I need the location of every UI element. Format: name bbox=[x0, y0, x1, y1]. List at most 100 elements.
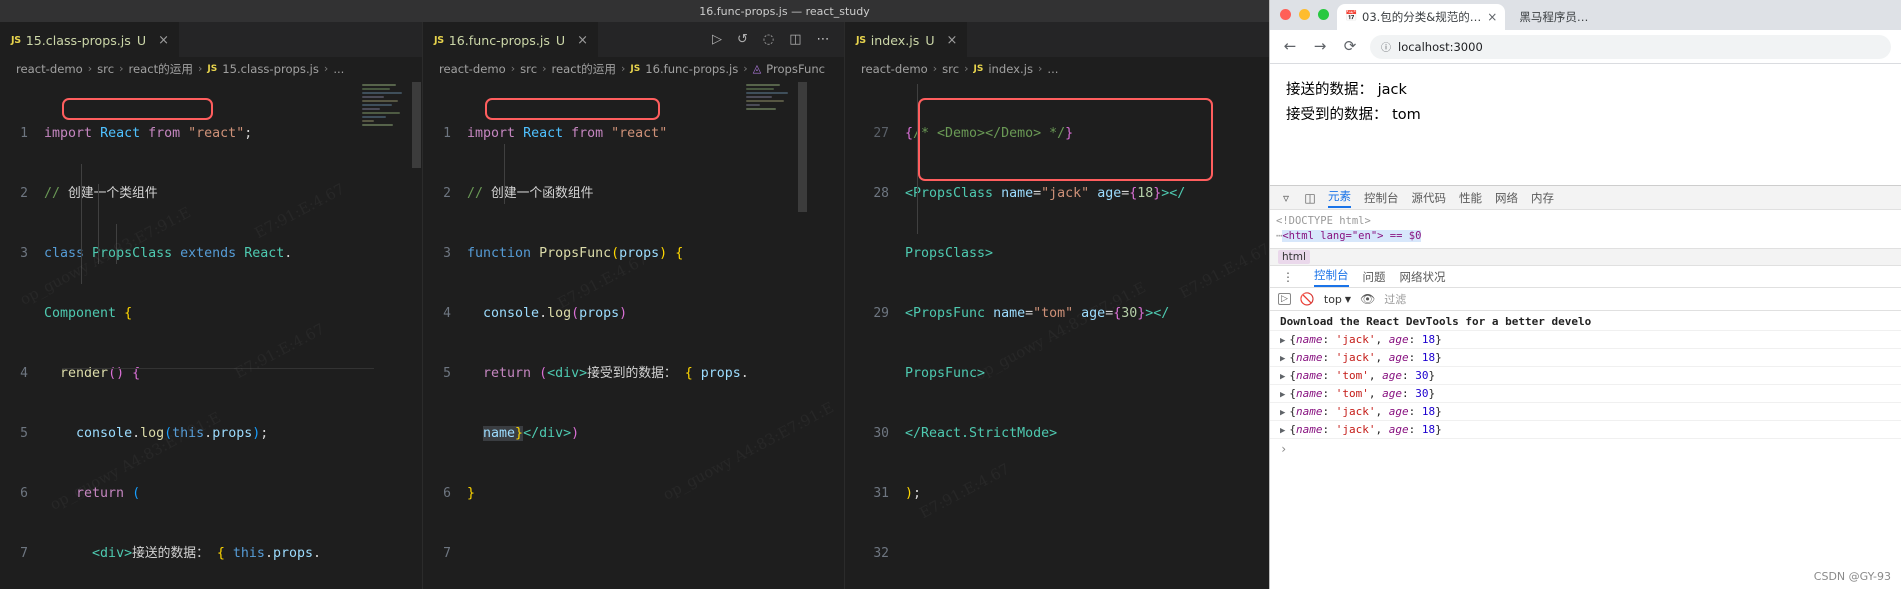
breadcrumb-pane-2[interactable]: react-demo › src › react的运用 › JS 16.func… bbox=[423, 57, 844, 80]
console-message[interactable]: ▶ {name: 'jack', age: 18} bbox=[1270, 421, 1901, 439]
breadcrumb-item-3[interactable]: 15.class-props.js bbox=[222, 62, 319, 76]
console-message[interactable]: ▶ {name: 'jack', age: 18} bbox=[1270, 403, 1901, 421]
scrollbar-pane-1[interactable] bbox=[412, 82, 421, 168]
js-file-icon: JS bbox=[856, 34, 866, 46]
breadcrumb-item-3[interactable]: ... bbox=[1047, 62, 1058, 76]
chevron-right-icon: › bbox=[119, 62, 124, 75]
chevron-right-icon: › bbox=[620, 62, 626, 75]
source-control-icon[interactable]: ◌ bbox=[763, 33, 774, 46]
elements-tree[interactable]: <!DOCTYPE html> ⋯<html lang="en"> == $0 bbox=[1270, 210, 1901, 248]
console-message[interactable]: ▶ {name: 'tom', age: 30} bbox=[1270, 367, 1901, 385]
tab-elements[interactable]: 元素 bbox=[1328, 188, 1351, 208]
device-toolbar-icon[interactable]: ◫ bbox=[1298, 191, 1322, 205]
breadcrumb-item-2[interactable]: react的运用 bbox=[128, 61, 192, 77]
breadcrumb-item-2[interactable]: index.js bbox=[988, 62, 1033, 76]
breadcrumb-html[interactable]: html bbox=[1278, 250, 1310, 264]
code-pane-1[interactable]: 1 import React from "react"; 2// 创建一个类组件 … bbox=[0, 80, 422, 589]
tab-unsaved-badge: U bbox=[555, 32, 566, 48]
code-line: 7 bbox=[443, 546, 451, 561]
expand-triangle-icon[interactable]: ▶ bbox=[1280, 372, 1285, 382]
drawer-tab-network[interactable]: 网络状况 bbox=[1400, 269, 1446, 285]
clear-console-icon[interactable]: 🚫 bbox=[1300, 292, 1315, 306]
breadcrumb-item-4[interactable]: ... bbox=[333, 62, 344, 76]
browser-window: 📅 03.包的分类&规范的… × 黑马程序员… ← → ⟳ ⓘ localhos… bbox=[1269, 0, 1901, 589]
browser-tab-1[interactable]: 黑马程序员… bbox=[1509, 4, 1599, 30]
split-editor-icon[interactable]: ◫ bbox=[789, 33, 801, 46]
tab-network[interactable]: 网络 bbox=[1495, 190, 1518, 206]
minimize-window-button[interactable] bbox=[1299, 9, 1310, 20]
expand-triangle-icon[interactable]: ▶ bbox=[1280, 336, 1285, 346]
breadcrumb-item-0[interactable]: react-demo bbox=[16, 62, 83, 76]
breadcrumb-pane-1[interactable]: react-demo › src › react的运用 › JS 15.clas… bbox=[0, 57, 422, 80]
js-file-icon: JS bbox=[973, 63, 984, 74]
browser-toolbar: ← → ⟳ ⓘ localhost:3000 bbox=[1270, 30, 1901, 64]
chevron-right-icon: › bbox=[743, 62, 748, 75]
tab-memory[interactable]: 内存 bbox=[1531, 190, 1554, 206]
breadcrumb-item-3[interactable]: 16.func-props.js bbox=[645, 62, 738, 76]
tab-16-func-props[interactable]: JS 16.func-props.js U × bbox=[423, 22, 599, 57]
drawer-tab-console[interactable]: 控制台 bbox=[1314, 267, 1349, 287]
code-line: 4 console.log(props) bbox=[443, 306, 628, 321]
expand-triangle-icon[interactable]: ▶ bbox=[1280, 354, 1285, 364]
context-selector[interactable]: top ▼ bbox=[1324, 293, 1351, 306]
close-icon[interactable]: × bbox=[158, 34, 169, 47]
console-message[interactable]: ▶ {name: 'jack', age: 18} bbox=[1270, 349, 1901, 367]
more-actions-icon[interactable]: ⋯ bbox=[817, 32, 832, 47]
eye-icon[interactable]: 👁 bbox=[1360, 292, 1375, 306]
traffic-lights[interactable] bbox=[1280, 9, 1329, 20]
console-prompt[interactable]: › bbox=[1270, 439, 1901, 459]
reload-icon[interactable]: ⟳ bbox=[1340, 39, 1360, 54]
minimap-pane-2[interactable] bbox=[746, 84, 792, 194]
history-icon[interactable]: ↺ bbox=[737, 33, 748, 46]
tab-label: index.js bbox=[870, 32, 920, 48]
editor-pane-1: JS 15.class-props.js U × react-demo › sr… bbox=[0, 22, 422, 589]
back-icon[interactable]: ← bbox=[1280, 39, 1300, 54]
drawer-menu-icon[interactable]: ⋮ bbox=[1276, 270, 1300, 284]
breadcrumb-item-1[interactable]: src bbox=[942, 62, 959, 76]
address-bar[interactable]: ⓘ localhost:3000 bbox=[1370, 34, 1891, 59]
devtools-panel: ▿ ◫ 元素 控制台 源代码 性能 网络 内存 <!DOCTYPE html> … bbox=[1270, 185, 1901, 589]
minimap-pane-1[interactable] bbox=[362, 84, 408, 194]
doctype-node: <!DOCTYPE html> bbox=[1276, 215, 1371, 227]
breadcrumb-item-1[interactable]: src bbox=[520, 62, 537, 76]
forward-icon[interactable]: → bbox=[1310, 39, 1330, 54]
run-icon[interactable]: ▷ bbox=[712, 33, 722, 46]
filter-input[interactable]: 过滤 bbox=[1384, 291, 1406, 307]
drawer-tab-issues[interactable]: 问题 bbox=[1363, 269, 1386, 285]
tab-unsaved-badge: U bbox=[136, 32, 147, 48]
expand-triangle-icon[interactable]: ▶ bbox=[1280, 408, 1285, 418]
maximize-window-button[interactable] bbox=[1318, 9, 1329, 20]
breadcrumb-item-0[interactable]: react-demo bbox=[861, 62, 928, 76]
tab-console[interactable]: 控制台 bbox=[1364, 190, 1399, 206]
breadcrumb-item-0[interactable]: react-demo bbox=[439, 62, 506, 76]
tab-15-class-props[interactable]: JS 15.class-props.js U × bbox=[0, 22, 179, 57]
console-message: Download the React DevTools for a better… bbox=[1270, 313, 1901, 331]
browser-tab-0[interactable]: 📅 03.包的分类&规范的… × bbox=[1337, 4, 1506, 30]
tab-sources[interactable]: 源代码 bbox=[1412, 190, 1447, 206]
tab-label: 16.func-props.js bbox=[448, 32, 550, 48]
breadcrumb-item-4[interactable]: PropsFunc bbox=[766, 62, 825, 76]
close-icon[interactable]: × bbox=[577, 34, 588, 47]
chevron-right-icon: › bbox=[87, 62, 93, 75]
close-icon[interactable]: × bbox=[947, 34, 958, 47]
console-message[interactable]: ▶ {name: 'tom', age: 30} bbox=[1270, 385, 1901, 403]
console-filter-bar: ▷ 🚫 top ▼ 👁 过滤 bbox=[1270, 288, 1901, 311]
expand-triangle-icon[interactable]: ▶ bbox=[1280, 390, 1285, 400]
breadcrumb-item-2[interactable]: react的运用 bbox=[551, 61, 615, 77]
html-node[interactable]: ⋯<html lang="en"> == $0 bbox=[1276, 229, 1895, 244]
close-icon[interactable]: × bbox=[1487, 10, 1497, 24]
tab-performance[interactable]: 性能 bbox=[1459, 190, 1482, 206]
console-message[interactable]: ▶ {name: 'jack', age: 18} bbox=[1270, 331, 1901, 349]
expand-triangle-icon[interactable]: ▶ bbox=[1280, 426, 1285, 436]
tab-index-js[interactable]: JS index.js U × bbox=[845, 22, 968, 57]
calendar-icon: 📅 bbox=[1345, 10, 1358, 22]
info-icon[interactable]: ⓘ bbox=[1381, 39, 1391, 54]
inspect-icon[interactable]: ▿ bbox=[1274, 191, 1298, 205]
sidebar-icon[interactable]: ▷ bbox=[1278, 293, 1291, 305]
console-output[interactable]: Download the React DevTools for a better… bbox=[1270, 311, 1901, 459]
scrollbar-pane-2[interactable] bbox=[798, 82, 807, 212]
chevron-right-icon: › bbox=[964, 62, 969, 75]
breadcrumb-item-1[interactable]: src bbox=[97, 62, 114, 76]
close-window-button[interactable] bbox=[1280, 9, 1291, 20]
page-line-1: 接受到的数据： tom bbox=[1286, 107, 1421, 123]
